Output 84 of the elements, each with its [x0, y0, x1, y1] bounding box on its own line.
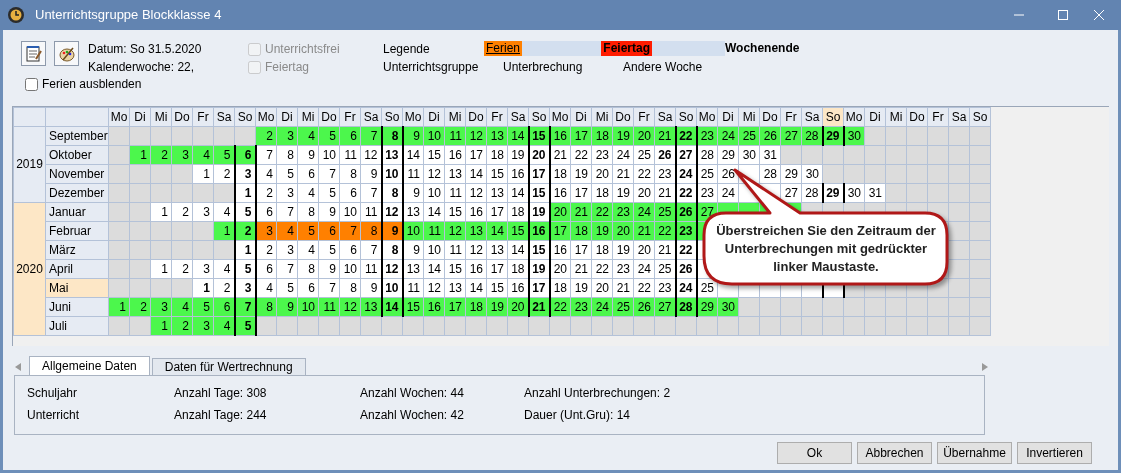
checkbox-label: Unterrichtsfrei: [265, 41, 340, 57]
weekday-header: Mo: [549, 107, 571, 127]
weekday-header: So: [969, 107, 991, 127]
weekday-header: Sa: [507, 107, 529, 127]
app-icon: [7, 6, 25, 24]
date-text: Datum: So 31.5.2020: [88, 41, 203, 58]
weekday-header: Mi: [885, 107, 907, 127]
stat-label: Unterricht: [27, 406, 80, 424]
stat-value: Dauer (Unt.Gru): 14: [524, 406, 632, 424]
weekday-header: Sa: [948, 107, 970, 127]
weekday-header: Fr: [780, 107, 802, 127]
year-label: 2020: [13, 202, 46, 336]
weekday-header: Do: [759, 107, 781, 127]
weekday-header: Di: [570, 107, 592, 127]
stat-value: Anzahl Tage: 308: [174, 385, 268, 402]
weekday-header: So: [528, 107, 550, 127]
weekday-header: Do: [612, 107, 634, 127]
weekday-header: Fr: [486, 107, 508, 127]
weekday-header: Fr: [339, 107, 361, 127]
day-cell[interactable]: 6: [234, 145, 256, 165]
checkbox[interactable]: [25, 77, 38, 91]
stat-value: Anzahl Unterbrechungen: 2: [524, 385, 672, 402]
day-cell[interactable]: 15: [528, 126, 550, 146]
weekday-header: Mi: [738, 107, 760, 127]
dialog-button[interactable]: Übernahme: [937, 442, 1012, 464]
weekday-header: Di: [717, 107, 739, 127]
legend-label: Unterrichtsgruppe: [383, 59, 480, 76]
day-cell[interactable]: 8: [381, 126, 403, 146]
legend-label: Unterbrechung: [503, 59, 584, 76]
scroll-left-icon[interactable]: [15, 363, 21, 371]
weekday-header: Di: [864, 107, 886, 127]
legend-title: Legende: [383, 41, 431, 58]
weekday-header: Fr: [927, 107, 949, 127]
weekday-header: Di: [129, 107, 151, 127]
weekday-header: Mo: [402, 107, 424, 127]
day-cell[interactable]: 29: [822, 126, 844, 146]
weekday-header: Mo: [843, 107, 865, 127]
palette-button[interactable]: [54, 41, 79, 66]
legend-label: Wochenende: [725, 41, 800, 55]
weekday-header: So: [234, 107, 256, 127]
dialog-button[interactable]: Ok: [777, 442, 852, 464]
weekday-header: Mi: [444, 107, 466, 127]
stat-value: Anzahl Tage: 244: [174, 406, 268, 424]
weekday-header: Sa: [360, 107, 382, 127]
notepad-button[interactable]: [21, 41, 46, 66]
tab[interactable]: Daten für Wertrechnung: [151, 358, 306, 375]
weekday-header: Do: [171, 107, 193, 127]
day-cell[interactable]: 22: [675, 126, 697, 146]
legend-label: Andere Woche: [623, 59, 704, 76]
legend-label: Feiertag: [601, 41, 652, 56]
weekday-header: Mo: [255, 107, 277, 127]
weekday-header: Sa: [654, 107, 676, 127]
day-cell[interactable]: 29: [822, 183, 844, 203]
year-label: 2019: [13, 126, 46, 203]
weekday-header: So: [381, 107, 403, 127]
weekday-header: Fr: [192, 107, 214, 127]
weekday-header: Mi: [591, 107, 613, 127]
weekday-header: So: [822, 107, 844, 127]
checkbox-label: Feiertag: [265, 59, 310, 75]
weekday-header: Di: [423, 107, 445, 127]
weekday-header: So: [675, 107, 697, 127]
weekday-header: Sa: [213, 107, 235, 127]
weekday-header: Mo: [696, 107, 718, 127]
window-title: Unterrichtsgruppe Blockklasse 4: [35, 7, 223, 23]
weekday-header: Fr: [633, 107, 655, 127]
tab[interactable]: Allgemeine Daten: [29, 356, 150, 375]
weekday-header: Do: [906, 107, 928, 127]
weekday-header: Mi: [150, 107, 172, 127]
dialog-button[interactable]: Abbrechen: [857, 442, 932, 464]
calendar-week-text: Kalenderwoche: 22,: [88, 59, 196, 76]
weekday-header: Mi: [297, 107, 319, 127]
weekday-header: Sa: [801, 107, 823, 127]
dialog-button[interactable]: Invertieren: [1017, 442, 1092, 464]
weekday-header: Do: [465, 107, 487, 127]
stat-label: Schuljahr: [27, 385, 79, 402]
weekday-header: Mo: [108, 107, 130, 127]
scroll-right-icon[interactable]: [982, 363, 988, 371]
stat-value: Anzahl Wochen: 44: [360, 385, 465, 402]
weekday-header: Di: [276, 107, 298, 127]
checkbox-label: Ferien ausblenden: [42, 76, 142, 92]
stat-value: Anzahl Wochen: 42: [360, 406, 465, 424]
legend-label: Ferien: [484, 41, 522, 56]
tooltip-text: Überstreichen Sie den Zeitraum der Unterbrechungen mit gedrückter linker Maustaste.: [715, 222, 937, 276]
weekday-header: Do: [318, 107, 340, 127]
